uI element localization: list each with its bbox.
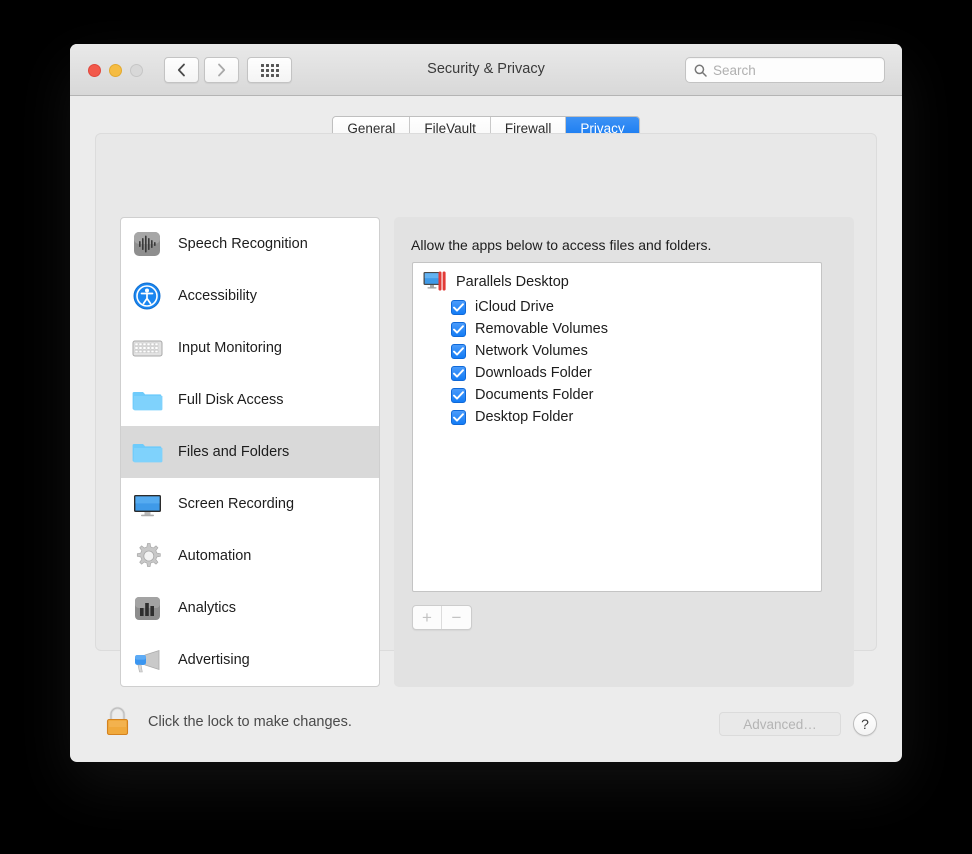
search-icon [694, 64, 707, 77]
megaphone-icon [131, 645, 165, 675]
permissions-pane: Allow the apps below to access files and… [394, 217, 854, 687]
checkmark-icon [453, 303, 464, 312]
checkmark-icon [453, 413, 464, 422]
privacy-category-list[interactable]: Speech Recognition Accessibility [120, 217, 380, 687]
folder-icon [131, 385, 165, 415]
remove-app-button[interactable]: − [442, 606, 471, 629]
sidebar-item-accessibility[interactable]: Accessibility [121, 270, 379, 322]
sidebar-item-label: Files and Folders [178, 444, 289, 460]
gear-icon [131, 541, 165, 571]
sidebar-item-automation[interactable]: Automation [121, 530, 379, 582]
window-titlebar: Security & Privacy Search [70, 44, 902, 96]
checkbox-desktop-folder[interactable] [451, 410, 466, 425]
parallels-desktop-icon [423, 271, 447, 293]
footer-actions: Advanced… ? [719, 712, 877, 736]
sidebar-item-label: Analytics [178, 600, 236, 616]
permission-row[interactable]: Downloads Folder [413, 362, 821, 384]
display-icon [131, 489, 165, 519]
permission-label: Downloads Folder [475, 365, 592, 381]
sidebar-item-speech-recognition[interactable]: Speech Recognition [121, 218, 379, 270]
permission-row[interactable]: Desktop Folder [413, 406, 821, 428]
sidebar-item-label: Full Disk Access [178, 392, 284, 408]
app-name-label: Parallels Desktop [456, 274, 569, 290]
checkmark-icon [453, 325, 464, 334]
search-placeholder: Search [713, 63, 756, 78]
permission-label: Documents Folder [475, 387, 593, 403]
app-permission-list[interactable]: Parallels Desktop iCloud Drive [412, 262, 822, 592]
add-remove-segmented-control[interactable]: + − [412, 605, 472, 630]
checkbox-removable-volumes[interactable] [451, 322, 466, 337]
advanced-button[interactable]: Advanced… [719, 712, 841, 736]
bar-chart-icon [131, 593, 165, 623]
permission-row[interactable]: Documents Folder [413, 384, 821, 406]
sidebar-item-analytics[interactable]: Analytics [121, 582, 379, 634]
sidebar-item-label: Speech Recognition [178, 236, 308, 252]
lock-control[interactable]: Click the lock to make changes. [103, 705, 352, 738]
folder-icon [131, 437, 165, 467]
checkbox-downloads-folder[interactable] [451, 366, 466, 381]
help-button[interactable]: ? [853, 712, 877, 736]
permission-label: Removable Volumes [475, 321, 608, 337]
sidebar-item-label: Automation [178, 548, 251, 564]
pane-description: Allow the apps below to access files and… [411, 237, 711, 253]
permission-row[interactable]: iCloud Drive [413, 296, 821, 318]
accessibility-icon [131, 281, 165, 311]
sidebar-item-input-monitoring[interactable]: Input Monitoring [121, 322, 379, 374]
padlock-closed-icon[interactable] [103, 705, 132, 738]
checkmark-icon [453, 369, 464, 378]
lock-message: Click the lock to make changes. [148, 714, 352, 730]
permission-row[interactable]: Network Volumes [413, 340, 821, 362]
privacy-pane: Speech Recognition Accessibility [95, 133, 877, 651]
sidebar-item-label: Screen Recording [178, 496, 294, 512]
checkmark-icon [453, 347, 464, 356]
permission-row[interactable]: Removable Volumes [413, 318, 821, 340]
checkbox-network-volumes[interactable] [451, 344, 466, 359]
sidebar-item-label: Advertising [178, 652, 250, 668]
search-field[interactable]: Search [685, 57, 885, 83]
sidebar-item-label: Accessibility [178, 288, 257, 304]
sidebar-item-label: Input Monitoring [178, 340, 282, 356]
sidebar-item-files-and-folders[interactable]: Files and Folders [121, 426, 379, 478]
checkmark-icon [453, 391, 464, 400]
waveform-icon [131, 229, 165, 259]
sidebar-item-full-disk-access[interactable]: Full Disk Access [121, 374, 379, 426]
add-app-button[interactable]: + [413, 606, 442, 629]
sidebar-item-advertising[interactable]: Advertising [121, 634, 379, 686]
sidebar-item-screen-recording[interactable]: Screen Recording [121, 478, 379, 530]
keyboard-icon [131, 333, 165, 363]
checkbox-documents-folder[interactable] [451, 388, 466, 403]
system-preferences-window: Security & Privacy Search General FileVa… [70, 44, 902, 762]
permission-label: iCloud Drive [475, 299, 554, 315]
checkbox-icloud-drive[interactable] [451, 300, 466, 315]
list-item-app[interactable]: Parallels Desktop [413, 263, 821, 296]
permission-label: Network Volumes [475, 343, 588, 359]
permission-label: Desktop Folder [475, 409, 573, 425]
